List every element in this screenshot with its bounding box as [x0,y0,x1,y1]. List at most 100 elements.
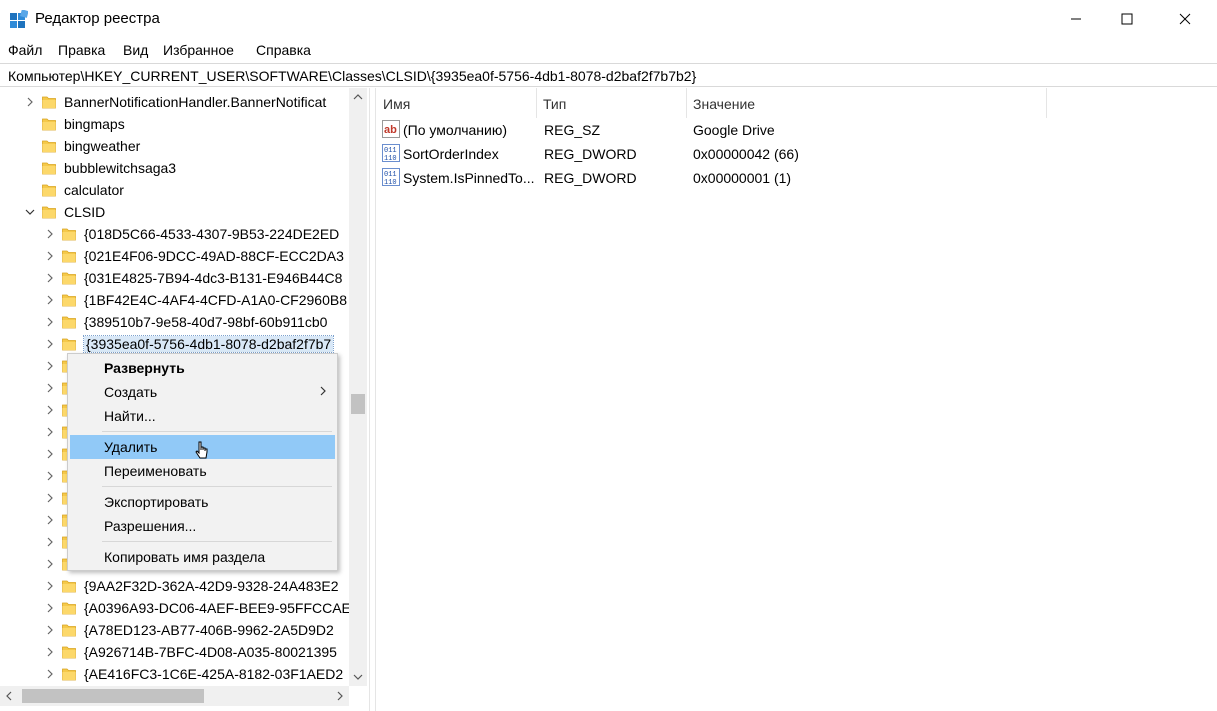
chevron-down-icon[interactable] [24,205,36,219]
folder-icon [42,117,56,131]
chevron-right-icon[interactable] [44,557,56,571]
tree-item-label: {018D5C66-4533-4307-9B53-224DE2ED [84,226,340,242]
pane-splitter[interactable] [370,88,376,711]
mouse-cursor-icon [195,441,208,459]
address-bar[interactable]: Компьютер\HKEY_CURRENT_USER\SOFTWARE\Cla… [0,63,1217,87]
tree-item-label: {A0396A93-DC06-4AEF-BEE9-95FFCCAE [84,600,349,616]
chevron-right-icon[interactable] [44,227,56,241]
scroll-right-button[interactable] [331,686,349,706]
menu-item-expand[interactable]: Развернуть [70,356,335,380]
chevron-right-icon[interactable] [44,249,56,263]
menu-item-permissions[interactable]: Разрешения... [70,514,335,538]
menu-item-find[interactable]: Найти... [70,404,335,428]
tree-item-clsid[interactable]: {9AA2F32D-362A-42D9-9328-24A483E2 [0,575,349,597]
folder-icon [62,293,76,307]
value-name: SortOrderIndex [403,146,499,162]
tree-item-clsid[interactable]: {A78ED123-AB77-406B-9962-2A5D9D2 [0,619,349,641]
menu-bar: Файл Правка Вид Избранное Справка [0,38,1217,62]
chevron-right-icon[interactable] [44,469,56,483]
menu-item-label: Разрешения... [104,518,197,534]
binary-value-icon: 011 110 [382,144,400,162]
folder-icon [62,315,76,329]
address-path[interactable]: Компьютер\HKEY_CURRENT_USER\SOFTWARE\Cla… [8,68,696,84]
chevron-right-icon[interactable] [44,491,56,505]
chevron-right-icon[interactable] [44,293,56,307]
value-row[interactable]: ab (По умолчанию) REG_SZ Google Drive [377,118,1217,142]
chevron-right-icon[interactable] [44,403,56,417]
value-row[interactable]: 011 110 SortOrderIndex REG_DWORD 0x00000… [377,142,1217,166]
maximize-button[interactable] [1104,0,1150,38]
chevron-right-icon[interactable] [44,579,56,593]
chevron-right-icon[interactable] [44,623,56,637]
chevron-right-icon[interactable] [44,447,56,461]
tree-horizontal-scrollbar[interactable] [0,686,349,706]
menu-item-label: Экспортировать [104,494,209,510]
column-type-header[interactable]: Тип [537,88,687,118]
scroll-left-button[interactable] [0,686,18,706]
menu-separator [102,431,332,432]
chevron-right-icon[interactable] [44,315,56,329]
tree-item[interactable]: BannerNotificationHandler.BannerNotifica… [0,91,349,113]
tree-item-label: bingweather [64,138,141,154]
folder-icon [62,337,76,351]
menu-item-export[interactable]: Экспортировать [70,490,335,514]
scroll-thumb[interactable] [351,394,365,414]
tree-item-clsid[interactable]: {A926714B-7BFC-4D08-A035-80021395 [0,641,349,663]
menu-file[interactable]: Файл [8,42,42,58]
tree-item[interactable]: bingweather [0,135,349,157]
menu-favorites[interactable]: Избранное [163,42,234,58]
tree-item-label: calculator [64,182,124,198]
chevron-right-icon[interactable] [24,95,36,109]
scroll-down-button[interactable] [349,668,367,686]
chevron-right-icon[interactable] [44,645,56,659]
value-type: REG_SZ [544,122,601,138]
close-icon [1179,13,1191,25]
value-data: 0x00000042 (66) [693,146,799,162]
menu-edit[interactable]: Правка [58,42,105,58]
menu-item-label: Найти... [104,408,156,424]
value-row[interactable]: 011 110 System.IsPinnedTo... REG_DWORD 0… [377,166,1217,190]
scroll-up-button[interactable] [349,88,367,106]
menu-item-label: Развернуть [104,360,185,376]
tree-item-clsid[interactable]: {021E4F06-9DCC-49AD-88CF-ECC2DA3 [0,245,349,267]
close-button[interactable] [1162,0,1208,38]
chevron-up-icon [353,94,363,100]
chevron-right-icon[interactable] [44,535,56,549]
tree-item-label: {021E4F06-9DCC-49AD-88CF-ECC2DA3 [84,248,344,264]
tree-item[interactable]: CLSID [0,201,349,223]
chevron-right-icon[interactable] [44,337,56,351]
column-value-header[interactable]: Значение [687,88,1047,118]
chevron-right-icon[interactable] [44,601,56,615]
column-label: Значение [693,96,756,112]
column-name-header[interactable]: Имя [377,88,537,118]
chevron-right-icon[interactable] [44,425,56,439]
scroll-thumb[interactable] [22,689,204,703]
menu-item-copy-key-name[interactable]: Копировать имя раздела [70,545,335,569]
tree-item[interactable]: calculator [0,179,349,201]
tree-item[interactable]: bingmaps [0,113,349,135]
chevron-right-icon[interactable] [44,359,56,373]
chevron-right-icon[interactable] [44,513,56,527]
values-list[interactable]: Имя Тип Значение ab (По умолчанию) REG_S… [377,88,1217,711]
value-name: System.IsPinnedTo... [403,170,535,186]
tree-item-clsid[interactable]: {A0396A93-DC06-4AEF-BEE9-95FFCCAE [0,597,349,619]
tree-item-clsid[interactable]: {389510b7-9e58-40d7-98bf-60b911cb0 [0,311,349,333]
tree-item-clsid[interactable]: {AE416FC3-1C6E-425A-8182-03F1AED2 [0,663,349,685]
menu-help[interactable]: Справка [256,42,311,58]
string-value-icon: ab [382,120,400,138]
folder-icon [42,139,56,153]
chevron-right-icon[interactable] [44,667,56,681]
tree-item[interactable]: bubblewitchsaga3 [0,157,349,179]
menu-separator [102,541,332,542]
tree-item-clsid[interactable]: {1BF42E4C-4AF4-4CFD-A1A0-CF2960B8 [0,289,349,311]
menu-view[interactable]: Вид [123,42,148,58]
chevron-right-icon[interactable] [44,381,56,395]
minimize-button[interactable] [1053,0,1099,38]
menu-item-rename[interactable]: Переименовать [70,459,335,483]
tree-item-clsid[interactable]: {031E4825-7B94-4dc3-B131-E946B44C8 [0,267,349,289]
menu-item-new[interactable]: Создать [70,380,335,404]
chevron-right-icon[interactable] [44,271,56,285]
tree-item-clsid[interactable]: {018D5C66-4533-4307-9B53-224DE2ED [0,223,349,245]
tree-vertical-scrollbar[interactable] [349,88,367,686]
tree-item-clsid[interactable]: {3935ea0f-5756-4db1-8078-d2baf2f7b7 [0,333,349,355]
